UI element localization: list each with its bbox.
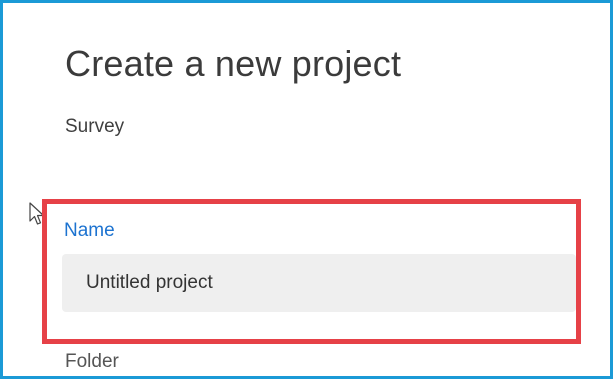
create-project-dialog: Create a new project Survey Name Folder (15, 3, 610, 376)
screenshot-frame: Create a new project Survey Name Folder (0, 0, 613, 379)
folder-label: Folder (65, 351, 119, 372)
dialog-title: Create a new project (65, 43, 402, 84)
project-name-input[interactable] (62, 254, 576, 312)
name-label: Name (64, 220, 115, 241)
mouse-pointer-icon (29, 202, 45, 225)
project-type-label: Survey (65, 116, 125, 137)
